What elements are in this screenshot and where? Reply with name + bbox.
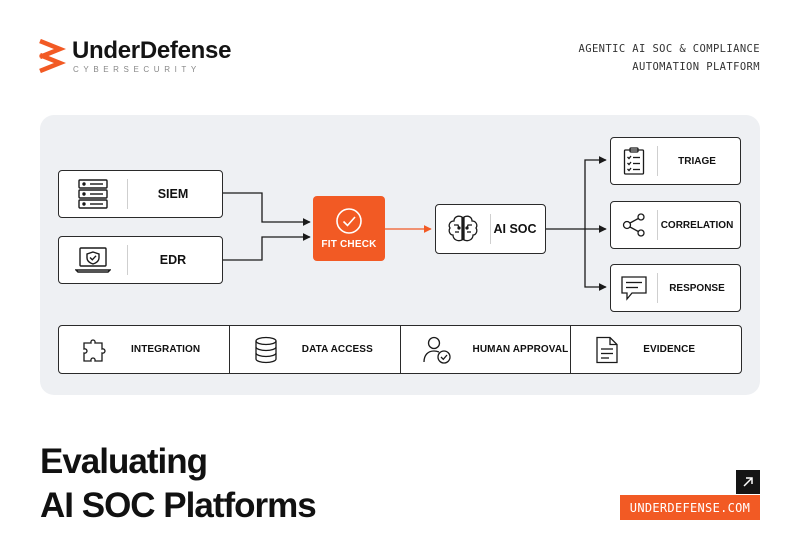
title-line-1: Evaluating	[40, 442, 208, 481]
source-label-edr: EDR	[159, 253, 187, 267]
output-triage: TRIAGE	[610, 137, 741, 185]
laptop-shield-icon	[59, 237, 127, 283]
output-label-correlation: CORRELATION	[660, 219, 734, 231]
capability-label-evidence: EVIDENCE	[643, 344, 696, 355]
brand-name: UnderDefense	[72, 37, 232, 64]
server-rack-icon	[59, 171, 127, 217]
user-check-icon	[401, 335, 473, 365]
website-link[interactable]: UNDERDEFENSE.COM	[620, 495, 760, 520]
capability-data-access: DATA ACCESS	[230, 326, 401, 373]
output-label-response: RESPONSE	[669, 282, 725, 294]
capability-evidence: EVIDENCE	[571, 326, 741, 373]
title-line-2: AI SOC Platforms	[40, 486, 317, 525]
ai-soc-node: AI SOC	[435, 204, 546, 254]
capability-label-integration: INTEGRATION	[131, 344, 201, 355]
database-icon	[230, 336, 302, 364]
fit-check-label: FIT CHECK	[321, 239, 377, 250]
source-label-siem: SIEM	[157, 187, 189, 201]
chat-bubble-icon	[611, 265, 657, 311]
tagline-line-1: AGENTIC AI SOC & COMPLIANCE	[578, 43, 760, 55]
share-nodes-icon	[611, 202, 657, 248]
tagline: AGENTIC AI SOC & COMPLIANCE AUTOMATION P…	[579, 40, 760, 76]
ai-soc-label: AI SOC	[493, 222, 537, 236]
brand-logo: UnderDefense CYBERSECURITY	[38, 38, 231, 74]
brain-circuit-icon	[436, 205, 490, 253]
capability-label-data-access: DATA ACCESS	[301, 344, 373, 355]
clipboard-list-icon	[611, 138, 657, 184]
output-response: RESPONSE	[610, 264, 741, 312]
brand-subtitle: CYBERSECURITY	[73, 65, 201, 74]
capability-label-human-approval: HUMAN APPROVAL	[472, 344, 569, 355]
page-title: Evaluating AI SOC Platforms	[40, 440, 317, 528]
source-siem: SIEM	[58, 170, 223, 218]
fit-check-node: FIT CHECK	[313, 196, 385, 261]
puzzle-icon	[59, 335, 131, 365]
capabilities-bar: INTEGRATION DATA ACCESS HUMAN APPROVAL E…	[58, 325, 742, 374]
chevron-stack-icon	[39, 39, 66, 73]
output-label-triage: TRIAGE	[678, 155, 716, 167]
tagline-line-2: AUTOMATION PLATFORM	[632, 61, 760, 73]
source-edr: EDR	[58, 236, 223, 284]
external-link-button[interactable]	[736, 470, 760, 494]
capability-integration: INTEGRATION	[59, 326, 230, 373]
website-url: UNDERDEFENSE.COM	[629, 500, 751, 515]
document-icon	[571, 336, 643, 364]
output-correlation: CORRELATION	[610, 201, 741, 249]
check-circle-icon	[336, 208, 362, 234]
capability-human-approval: HUMAN APPROVAL	[401, 326, 572, 373]
arrow-up-right-icon	[743, 477, 753, 487]
